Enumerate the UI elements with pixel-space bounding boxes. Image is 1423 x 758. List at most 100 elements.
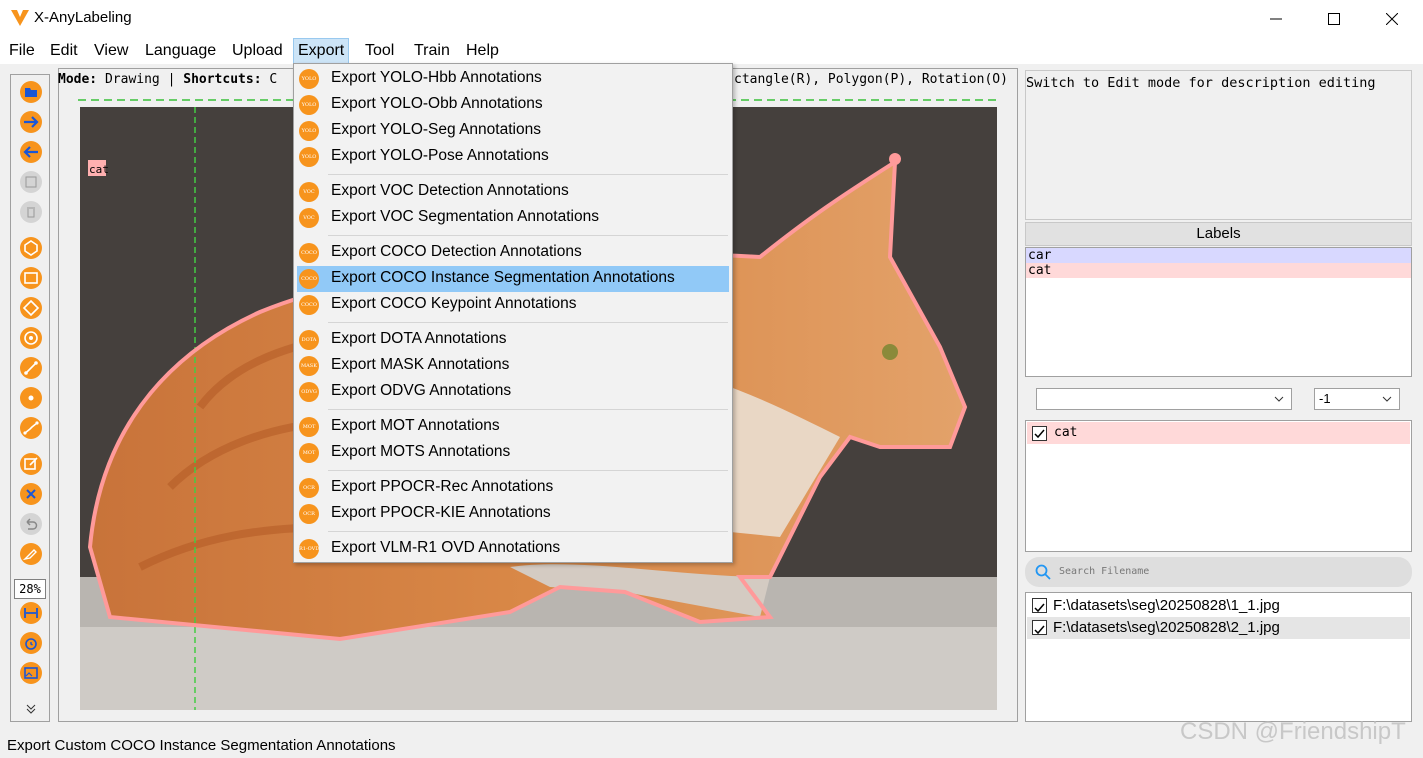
ai-model-button[interactable] [18,660,44,686]
menu-separator [328,174,728,175]
label-filter-combo[interactable] [1036,388,1292,410]
next-image-button[interactable] [18,109,44,135]
maximize-button[interactable] [1305,0,1363,38]
menu-item-label: Export VLM-R1 OVD Annotations [331,539,561,556]
menu-export-yolo-pose[interactable]: YOLO Export YOLO-Pose Annotations [297,144,729,170]
menu-item-label: Export YOLO-Obb Annotations [331,95,543,112]
minimize-button[interactable] [1247,0,1305,38]
chevron-down-icon [1382,396,1392,402]
file-checkbox[interactable] [1032,620,1047,635]
menu-export[interactable]: Export [293,38,350,64]
line-tool-button[interactable] [18,355,44,381]
circle-tool-button[interactable] [18,325,44,351]
more-tools-button[interactable] [18,701,44,717]
polygon-tool-button[interactable] [18,235,44,261]
brush-icon [20,543,42,565]
save-button[interactable] [18,169,44,195]
file-list[interactable]: F:\datasets\seg\20250828\1_1.jpg F:\data… [1025,592,1412,722]
menu-export-voc-segmentation[interactable]: VOC Export VOC Segmentation Annotations [297,205,729,231]
labels-header: Labels [1025,222,1412,246]
group-id-combo[interactable]: -1 [1314,388,1400,410]
zoom-value[interactable]: 28% [14,579,46,599]
linestrip-tool-button[interactable] [18,415,44,441]
menu-export-coco-keypoint[interactable]: COCO Export COCO Keypoint Annotations [297,292,729,318]
menu-separator [328,409,728,410]
brightness-button[interactable] [18,541,44,567]
menu-export-vlm-r1-ovd[interactable]: R1-OVD Export VLM-R1 OVD Annotations [297,536,729,562]
menu-export-coco-instance-seg[interactable]: COCO Export COCO Instance Segmentation An… [297,266,729,292]
rectangle-icon [20,267,42,289]
menu-language[interactable]: Language [141,38,220,64]
close-button[interactable] [1363,0,1421,38]
rectangle-tool-button[interactable] [18,265,44,291]
fit-width-button[interactable] [18,600,44,626]
menu-item-label: Export COCO Detection Annotations [331,243,582,260]
menu-separator [328,470,728,471]
label-item-car[interactable]: car [1026,248,1411,263]
close-icon [1386,13,1398,25]
shape-item[interactable]: cat [1027,422,1410,444]
menu-tool[interactable]: Tool [361,38,398,64]
file-path: F:\datasets\seg\20250828\2_1.jpg [1053,619,1280,636]
left-toolbar: 28% [10,74,50,722]
delete-file-button[interactable] [18,199,44,225]
trash-icon [20,201,42,223]
checkmark-icon [1034,625,1045,635]
folder-icon [20,81,42,103]
open-dir-button[interactable] [18,79,44,105]
undo-button[interactable] [18,511,44,537]
search-icon [1035,564,1051,580]
menu-export-yolo-obb[interactable]: YOLO Export YOLO-Obb Annotations [297,92,729,118]
menu-item-label: Export COCO Keypoint Annotations [331,295,577,312]
point-tool-button[interactable] [18,385,44,411]
menu-export-voc-detection[interactable]: VOC Export VOC Detection Annotations [297,179,729,205]
menu-file[interactable]: File [5,38,39,64]
filename-search[interactable]: Search Filename [1025,557,1412,587]
description-hint: Switch to Edit mode for description edit… [1026,75,1376,91]
menu-item-label: Export ODVG Annotations [331,382,512,399]
menu-edit[interactable]: Edit [46,38,82,64]
search-placeholder: Search Filename [1059,566,1150,577]
menu-item-label: Export DOTA Annotations [331,330,507,347]
menu-view[interactable]: View [90,38,132,64]
menu-export-dota[interactable]: DOTA Export DOTA Annotations [297,327,729,353]
prev-image-button[interactable] [18,139,44,165]
maximize-icon [1328,13,1340,25]
menu-item-label: Export PPOCR-Rec Annotations [331,478,554,495]
yolo-icon: YOLO [299,69,319,89]
menu-export-mots[interactable]: MOT Export MOTS Annotations [297,440,729,466]
menu-item-label: Export PPOCR-KIE Annotations [331,504,551,521]
menu-export-yolo-hbb[interactable]: YOLO Export YOLO-Hbb Annotations [297,66,729,92]
file-checkbox[interactable] [1032,598,1047,613]
delete-shape-button[interactable] [18,481,44,507]
menu-train[interactable]: Train [410,38,454,64]
menu-export-coco-detection[interactable]: COCO Export COCO Detection Annotations [297,240,729,266]
menu-export-mot[interactable]: MOT Export MOT Annotations [297,414,729,440]
labels-list[interactable]: car cat [1025,247,1412,377]
odvg-icon: ODVG [299,382,319,402]
menu-export-yolo-seg[interactable]: YOLO Export YOLO-Seg Annotations [297,118,729,144]
menu-export-ppocr-rec[interactable]: OCR Export PPOCR-Rec Annotations [297,475,729,501]
rotation-tool-button[interactable] [18,295,44,321]
chevron-down-icon [1274,396,1284,402]
label-item-cat[interactable]: cat [1026,263,1411,278]
menu-help[interactable]: Help [462,38,503,64]
file-item[interactable]: F:\datasets\seg\20250828\1_1.jpg [1027,595,1410,617]
menu-item-label: Export YOLO-Hbb Annotations [331,69,542,86]
menu-separator [328,235,728,236]
menu-export-ppocr-kie[interactable]: OCR Export PPOCR-KIE Annotations [297,501,729,527]
dota-icon: DOTA [299,330,319,350]
menu-export-mask[interactable]: MASK Export MASK Annotations [297,353,729,379]
voc-icon: VOC [299,208,319,228]
menu-item-label: Export VOC Detection Annotations [331,182,569,199]
shape-list[interactable]: cat [1025,420,1412,552]
menu-item-label: Export COCO Instance Segmentation Annota… [331,269,675,286]
menu-export-odvg[interactable]: ODVG Export ODVG Annotations [297,379,729,405]
file-item[interactable]: F:\datasets\seg\20250828\2_1.jpg [1027,617,1410,639]
auto-label-button[interactable] [18,630,44,656]
app-logo-icon [11,10,29,26]
description-panel[interactable]: Switch to Edit mode for description edit… [1025,70,1412,220]
edit-mode-button[interactable] [18,451,44,477]
shape-checkbox[interactable] [1032,426,1047,441]
menu-upload[interactable]: Upload [228,38,287,64]
